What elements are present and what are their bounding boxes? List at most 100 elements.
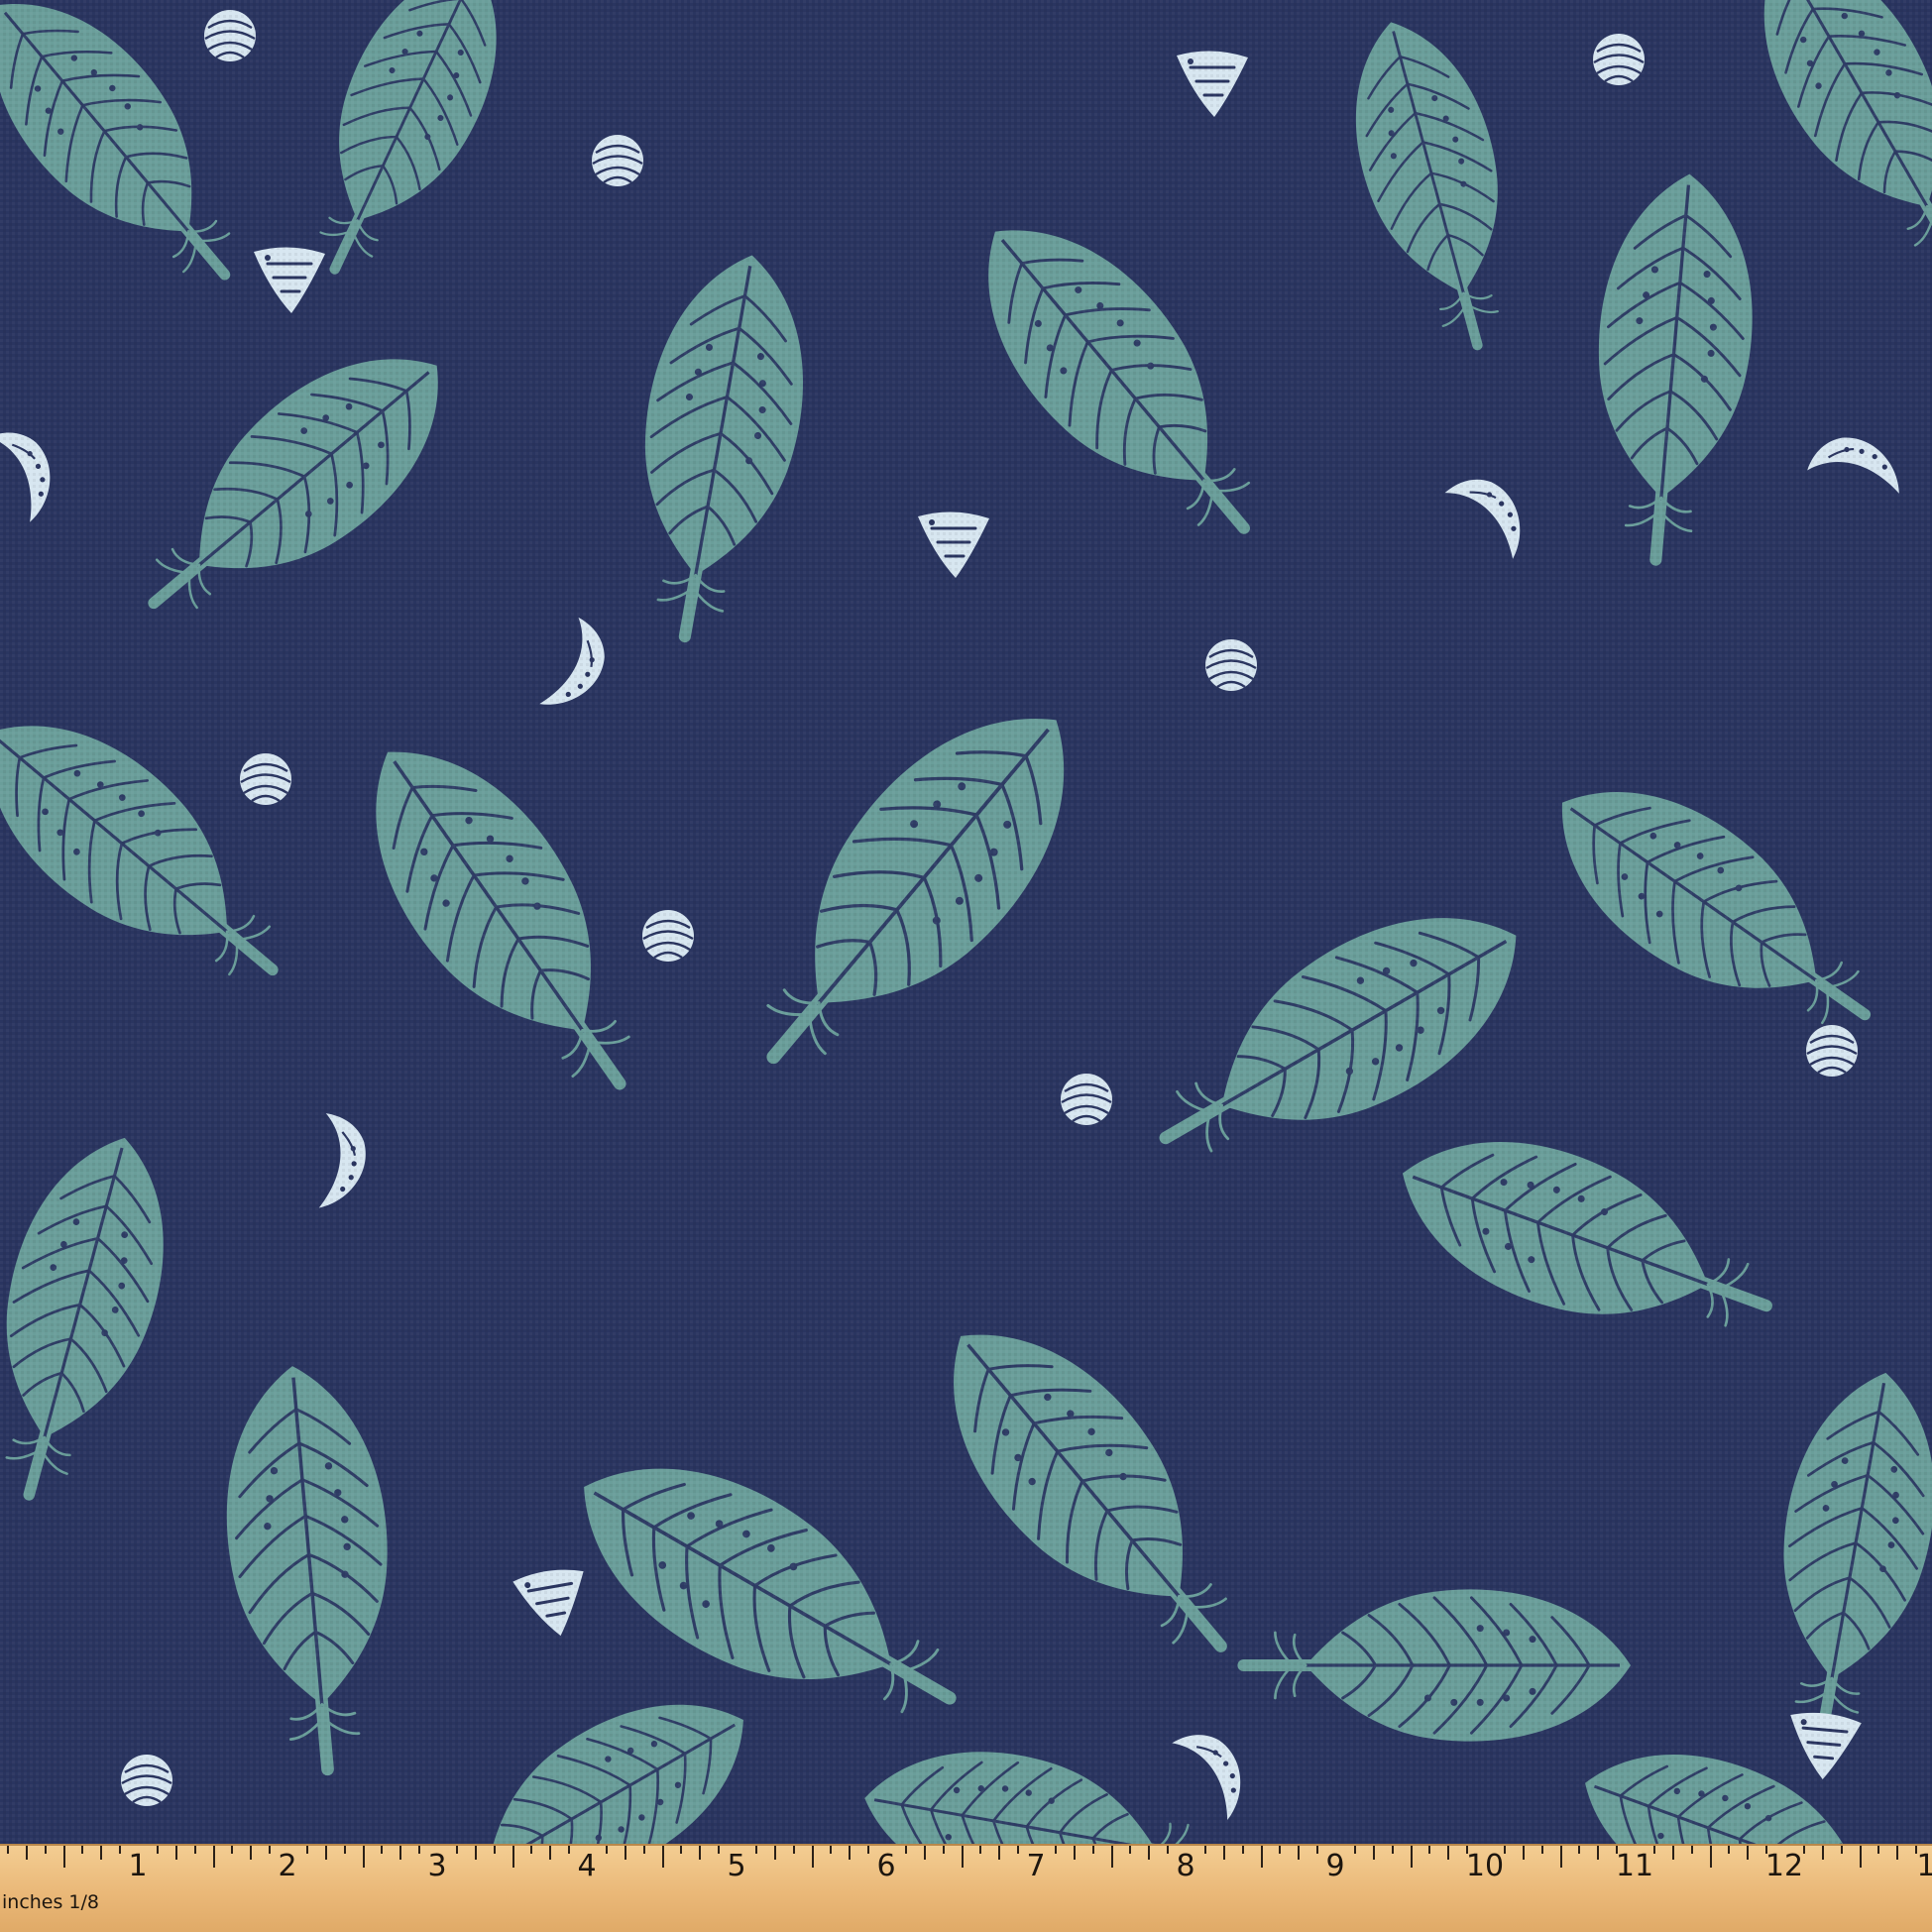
ruler-tick xyxy=(1747,1846,1750,1860)
ruler-number: 12 xyxy=(1764,1849,1804,1883)
ruler-tick xyxy=(212,1846,215,1868)
ruler-tick xyxy=(549,1846,552,1860)
ruler-tick xyxy=(1709,1846,1712,1868)
ruler-tick xyxy=(1298,1846,1301,1860)
ruler-tick xyxy=(362,1846,365,1868)
ruler-tick xyxy=(699,1846,702,1860)
ruler-tick xyxy=(1540,1846,1543,1854)
ruler-tick xyxy=(6,1846,9,1854)
ruler-tick xyxy=(1148,1846,1151,1860)
ruler-tick xyxy=(811,1846,814,1868)
ruler-tick xyxy=(942,1846,945,1854)
ruler-tick xyxy=(624,1846,626,1860)
ruler-tick xyxy=(1728,1846,1731,1854)
ruler-tick xyxy=(231,1846,234,1854)
ruler-tick xyxy=(1353,1846,1356,1854)
ruler-tick xyxy=(1241,1846,1244,1854)
ruler-tick xyxy=(605,1846,608,1854)
ruler-tick xyxy=(1671,1846,1674,1860)
ruler-tick xyxy=(923,1846,926,1860)
ruler-tick xyxy=(1652,1846,1655,1854)
ruler-tick xyxy=(474,1846,477,1860)
ruler-number: 1 xyxy=(128,1849,148,1883)
ruler-tick xyxy=(849,1846,852,1860)
ruler-tick xyxy=(62,1846,65,1868)
ruler-number: 1 xyxy=(1916,1850,1932,1883)
ruler-tick xyxy=(193,1846,196,1854)
ruler-tick xyxy=(100,1846,103,1860)
ruler-tick xyxy=(1316,1846,1319,1854)
ruler-number: 11 xyxy=(1615,1849,1654,1883)
fabric-pattern xyxy=(0,0,1932,1844)
ruler-tick xyxy=(1091,1846,1094,1854)
ruler-number: 3 xyxy=(427,1849,447,1883)
ruler-tick xyxy=(324,1846,327,1860)
ruler-tick xyxy=(642,1846,645,1854)
ruler-tick xyxy=(1597,1846,1600,1860)
ruler-tick xyxy=(119,1846,122,1854)
ruler-tick xyxy=(568,1846,571,1854)
ruler-tick xyxy=(250,1846,253,1860)
ruler-tick xyxy=(1896,1846,1899,1860)
ruler-tick xyxy=(1522,1846,1525,1860)
ruler-number: 10 xyxy=(1465,1849,1505,1883)
ruler-number: 5 xyxy=(727,1849,746,1883)
ruler-tick xyxy=(156,1846,159,1854)
ruler-number: 9 xyxy=(1325,1849,1345,1883)
ruler-tick xyxy=(44,1846,47,1854)
ruler-tick xyxy=(961,1846,964,1868)
ruler-tick xyxy=(1859,1846,1862,1868)
ruler-number: 8 xyxy=(1176,1849,1195,1883)
ruler-tick xyxy=(1372,1846,1375,1860)
ruler-tick xyxy=(381,1846,384,1854)
ruler-tick xyxy=(1017,1846,1020,1854)
ruler-tick xyxy=(979,1846,982,1854)
ruler-tick xyxy=(399,1846,402,1860)
ruler-unit-label: inches 1/8 xyxy=(2,1891,100,1913)
ruler-tick xyxy=(904,1846,907,1854)
ruler-tick xyxy=(418,1846,421,1854)
ruler-tick xyxy=(511,1846,514,1868)
ruler-tick xyxy=(1821,1846,1824,1860)
ruler-tick xyxy=(867,1846,870,1854)
ruler-tick xyxy=(530,1846,533,1854)
ruler-tick xyxy=(1503,1846,1506,1854)
ruler-tick xyxy=(754,1846,757,1854)
ruler-tick xyxy=(1802,1846,1805,1854)
ruler-tick xyxy=(1447,1846,1450,1860)
ruler-tick xyxy=(1559,1846,1562,1868)
ruler-tick xyxy=(343,1846,346,1854)
ruler-tick xyxy=(998,1846,1001,1860)
ruler-tick xyxy=(1203,1846,1206,1854)
ruler-number: 2 xyxy=(278,1849,297,1883)
ruler-tick xyxy=(680,1846,683,1854)
ruler-tick xyxy=(1073,1846,1076,1860)
ruler-tick xyxy=(661,1846,664,1868)
ruler-tick xyxy=(1391,1846,1394,1854)
product-image: inches 1/8 1 2 3 4 5 6 7 8 9 10 11 12 1 xyxy=(0,0,1932,1932)
ruler-tick xyxy=(773,1846,776,1860)
measuring-ruler: inches 1/8 1 2 3 4 5 6 7 8 9 10 11 12 1 xyxy=(0,1844,1932,1932)
ruler-tick xyxy=(1578,1846,1581,1854)
ruler-number: 4 xyxy=(577,1849,597,1883)
ruler-number: 7 xyxy=(1026,1849,1046,1883)
ruler-tick xyxy=(1840,1846,1843,1854)
ruler-tick xyxy=(1877,1846,1880,1854)
ruler-tick xyxy=(1054,1846,1057,1854)
ruler-tick xyxy=(1428,1846,1431,1854)
ruler-tick xyxy=(455,1846,458,1854)
ruler-tick xyxy=(81,1846,84,1854)
ruler-tick xyxy=(25,1846,28,1860)
ruler-tick xyxy=(1110,1846,1113,1868)
ruler-tick xyxy=(1690,1846,1693,1854)
ruler-tick xyxy=(1222,1846,1225,1860)
ruler-tick xyxy=(1279,1846,1282,1854)
ruler-tick xyxy=(1410,1846,1413,1868)
ruler-tick xyxy=(174,1846,177,1860)
ruler-tick xyxy=(493,1846,496,1854)
ruler-tick xyxy=(718,1846,721,1854)
ruler-tick xyxy=(792,1846,795,1854)
ruler-tick xyxy=(1129,1846,1132,1854)
ruler-tick xyxy=(1260,1846,1263,1868)
ruler-tick xyxy=(305,1846,308,1854)
